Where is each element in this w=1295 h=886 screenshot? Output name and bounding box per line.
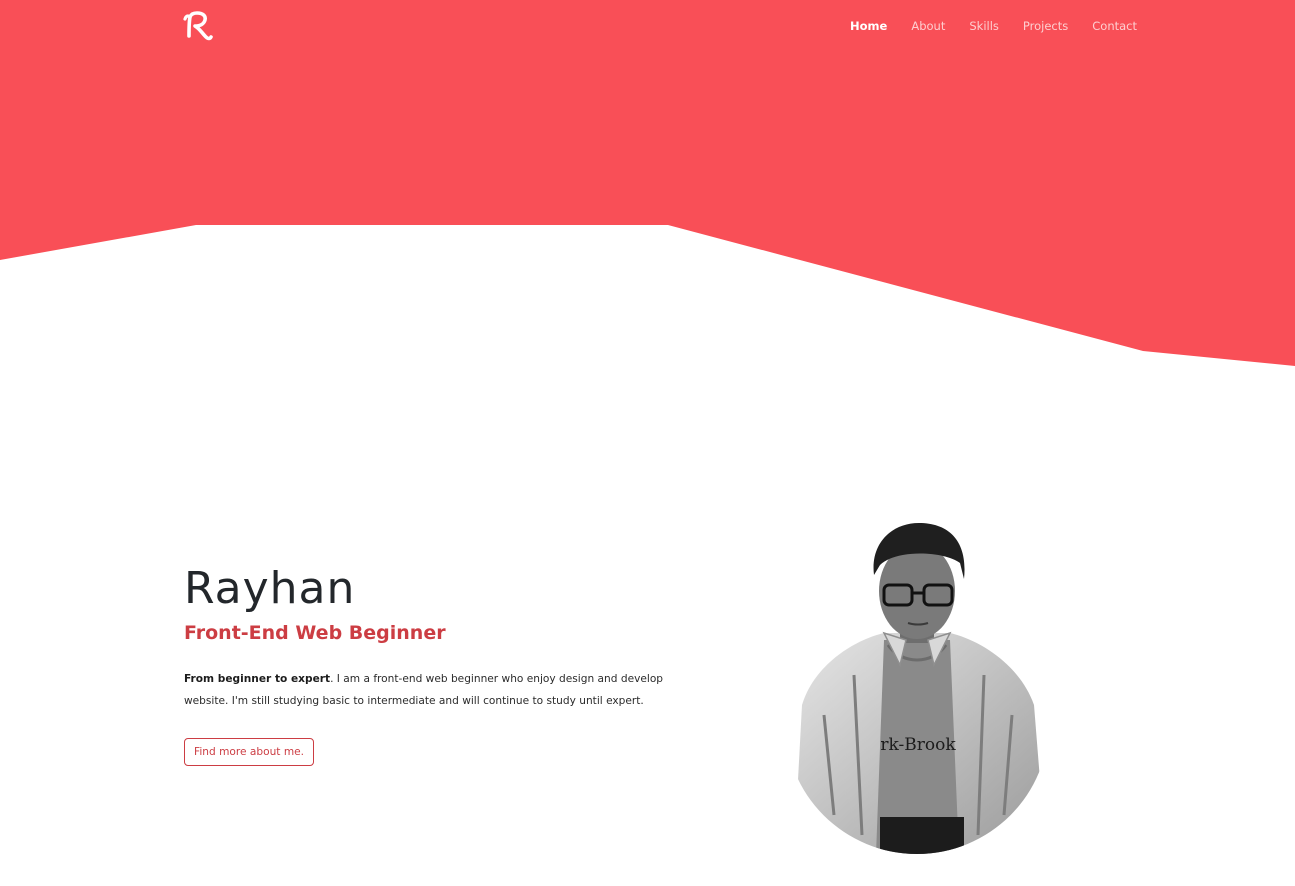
profile-photo: rk-Brook	[785, 515, 1049, 854]
hero-name: Rayhan	[184, 563, 356, 614]
nav-link-home[interactable]: Home	[850, 19, 887, 33]
navbar: Home About Skills Projects Contact	[0, 0, 1295, 54]
find-more-button[interactable]: Find more about me.	[184, 738, 315, 766]
nav-link-projects[interactable]: Projects	[1023, 19, 1068, 33]
hero-intro: Rayhan Front-End Web Beginner From begin…	[184, 560, 684, 766]
hero-background-shape	[0, 0, 1295, 366]
svg-text:rk-Brook: rk-Brook	[880, 735, 956, 755]
hero-description: From beginner to expert. I am a front-en…	[184, 668, 664, 712]
nav-link-contact[interactable]: Contact	[1092, 19, 1137, 33]
page: Home About Skills Projects Contact Rayha…	[0, 0, 1295, 886]
hero-description-bold: From beginner to expert	[184, 673, 331, 685]
logo-icon[interactable]	[182, 9, 216, 43]
nav-link-about[interactable]: About	[911, 19, 945, 33]
nav-menu: Home About Skills Projects Contact	[826, 19, 1137, 33]
hero-role: Front-End Web Beginner	[184, 622, 446, 644]
nav-link-skills[interactable]: Skills	[969, 19, 999, 33]
